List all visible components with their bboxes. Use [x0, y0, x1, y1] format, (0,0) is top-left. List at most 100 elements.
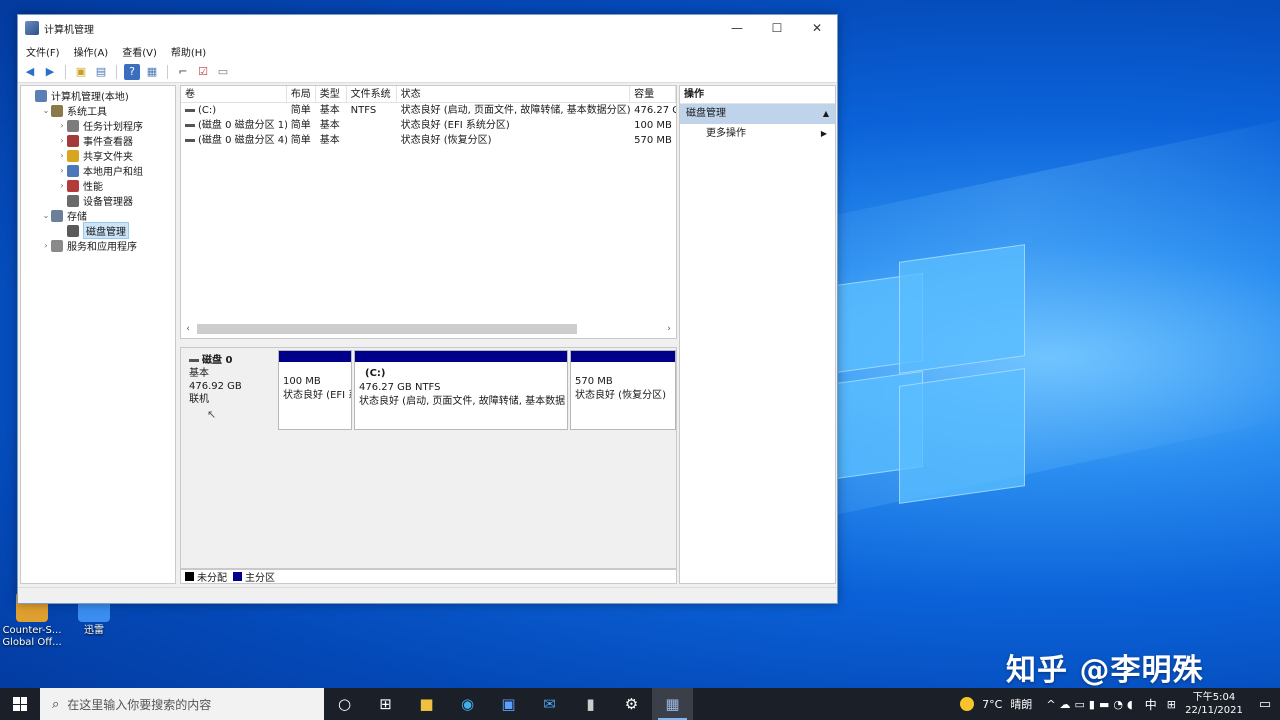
tree-expander-icon[interactable]: ›	[57, 181, 67, 190]
menu-file[interactable]: 文件(F)	[26, 44, 60, 59]
taskbar-edge[interactable]: ◉	[447, 688, 488, 720]
search-icon: ⌕	[52, 696, 60, 712]
show-hide-tree-icon[interactable]: ▤	[93, 64, 109, 80]
taskbar-mail[interactable]: ✉	[529, 688, 570, 720]
tree-expander-icon[interactable]: ›	[57, 151, 67, 160]
tray-icons[interactable]: ^☁▭▮▬◔◖	[1046, 698, 1136, 711]
menu-help[interactable]: 帮助(H)	[171, 44, 206, 59]
more-actions[interactable]: 更多操作 ▶	[680, 124, 835, 144]
tree-expander-icon[interactable]: ⌄	[41, 106, 51, 115]
taskbar-settings[interactable]: ⚙	[611, 688, 652, 720]
mouse-cursor-icon: ↖	[207, 408, 217, 421]
tree-item[interactable]: › 服务和应用程序	[21, 238, 175, 253]
windows-start-icon	[13, 697, 27, 711]
collapse-up-icon[interactable]: ▲	[823, 104, 829, 124]
tree-item[interactable]: 计算机管理(本地)	[21, 88, 175, 103]
tree-node-icon	[67, 164, 79, 177]
volume-filesystem	[347, 118, 397, 133]
maximize-button[interactable]: ☐	[757, 15, 797, 41]
partition-c[interactable]: (C:) 476.27 GB NTFS 状态良好 (启动, 页面文件, 故障转储…	[354, 350, 568, 430]
tree-expander-icon[interactable]: ⌄	[41, 211, 51, 220]
up-folder-icon[interactable]: ▣	[73, 64, 89, 80]
back-arrow-icon[interactable]: ◀	[22, 64, 38, 80]
desktop-icon-label: Counter-S... Global Off...	[2, 625, 62, 648]
tree-item[interactable]: ⌄ 系统工具	[21, 103, 175, 118]
start-button[interactable]	[0, 688, 40, 720]
table-row[interactable]: (C:) 简单 基本 NTFS 状态良好 (启动, 页面文件, 故障转储, 基本…	[181, 103, 676, 118]
scroll-thumb[interactable]	[197, 324, 577, 334]
taskbar-search[interactable]: ⌕ 在这里输入你要搜索的内容	[40, 688, 324, 720]
export-list-icon[interactable]: ▭	[215, 64, 231, 80]
taskbar: ⌕ 在这里输入你要搜索的内容 ○ ⊞ ■ ◉ ▣ ✉ ▮ ⚙ ▦ 7°C 晴朗 …	[0, 688, 1280, 720]
ime-options-icon[interactable]: ⊞	[1167, 698, 1176, 711]
windows-logo-wallpaper	[835, 244, 1030, 504]
column-header-status[interactable]: 状态	[397, 86, 631, 102]
taskbar-recorder[interactable]: ▮	[570, 688, 611, 720]
menu-view[interactable]: 查看(V)	[122, 44, 157, 59]
taskbar-store[interactable]: ▣	[488, 688, 529, 720]
tree-expander-icon[interactable]: ›	[57, 121, 67, 130]
task-view-button[interactable]: ⊞	[365, 688, 406, 720]
tree-item[interactable]: › 性能	[21, 178, 175, 193]
taskbar-file-explorer[interactable]: ■	[406, 688, 447, 720]
actions-section-disk-management[interactable]: 磁盘管理 ▲	[680, 104, 835, 124]
volume-filesystem: NTFS	[350, 105, 377, 116]
notification-icon[interactable]: ▭	[1250, 697, 1280, 712]
tree-item-label: 存储	[67, 212, 87, 223]
close-button[interactable]: ✕	[797, 15, 837, 41]
tree-item[interactable]: ⌄ 存储	[21, 208, 175, 223]
legend-unallocated: 未分配	[197, 573, 227, 584]
partition-recovery[interactable]: 570 MB 状态良好 (恢复分区)	[570, 350, 676, 430]
disk-0-label[interactable]: 磁盘 0 基本 476.92 GB 联机 ↖	[183, 350, 277, 434]
primary-partition-bar	[279, 351, 351, 362]
column-header-volume[interactable]: 卷	[181, 86, 287, 102]
primary-partition-bar	[355, 351, 567, 362]
tree-item[interactable]: 磁盘管理	[21, 222, 175, 239]
volume-name: (C:)	[198, 105, 217, 116]
tree-item[interactable]: › 本地用户和组	[21, 163, 175, 178]
scroll-left-icon[interactable]: ‹	[181, 324, 195, 334]
clock-time: 下午5:04	[1192, 692, 1236, 703]
tree-expander-icon[interactable]: ›	[57, 136, 67, 145]
table-row[interactable]: (磁盘 0 磁盘分区 4) 简单 基本 状态良好 (恢复分区) 570 MB	[181, 133, 676, 148]
column-header-type[interactable]: 类型	[316, 86, 347, 102]
forward-arrow-icon[interactable]: ▶	[42, 64, 58, 80]
tree-item-label: 磁盘管理	[83, 222, 129, 239]
ime-indicator[interactable]: 中	[1145, 696, 1157, 713]
tree-item[interactable]: › 事件查看器	[21, 133, 175, 148]
tree-item-label: 系统工具	[67, 107, 107, 118]
clock[interactable]: 下午5:04 22/11/2021	[1184, 691, 1244, 717]
connect-icon[interactable]: ⌐	[175, 64, 191, 80]
column-header-layout[interactable]: 布局	[287, 86, 316, 102]
tree-expander-icon[interactable]: ›	[41, 241, 51, 250]
unallocated-swatch	[185, 572, 194, 581]
tree-item[interactable]: 设备管理器	[21, 193, 175, 208]
taskbar-computer-management[interactable]: ▦	[652, 688, 693, 720]
checklist-icon[interactable]: ☑	[195, 64, 211, 80]
tree-item[interactable]: › 共享文件夹	[21, 148, 175, 163]
table-row[interactable]: (磁盘 0 磁盘分区 1) 简单 基本 状态良好 (EFI 系统分区) 100 …	[181, 118, 676, 133]
partition-efi[interactable]: 100 MB 状态良好 (EFI 系	[278, 350, 352, 430]
minimize-button[interactable]: —	[717, 15, 757, 41]
volume-capacity: 570 MB	[634, 135, 672, 146]
scroll-right-icon[interactable]: ›	[662, 324, 676, 334]
system-tray: 7°C 晴朗 ^☁▭▮▬◔◖ 中 ⊞ 下午5:04 22/11/2021 ▭	[960, 688, 1280, 720]
edge-icon: ◉	[460, 695, 475, 713]
menu-action[interactable]: 操作(A)	[74, 44, 109, 59]
partition-size: 570 MB	[575, 376, 613, 387]
horizontal-scrollbar[interactable]: ‹ ›	[181, 322, 676, 336]
tree-expander-icon[interactable]: ›	[57, 166, 67, 175]
more-actions-label: 更多操作	[706, 128, 746, 139]
title-bar[interactable]: 计算机管理 — ☐ ✕	[18, 15, 837, 41]
help-icon[interactable]: ?	[124, 63, 140, 80]
tree-item-label: 共享文件夹	[83, 152, 133, 163]
column-header-capacity[interactable]: 容量	[630, 86, 676, 102]
properties-icon[interactable]: ▦	[144, 64, 160, 80]
weather-widget[interactable]: 7°C 晴朗	[960, 696, 1032, 712]
scroll-track[interactable]	[195, 323, 662, 335]
toolbar-separator	[167, 64, 168, 79]
cortana-button[interactable]: ○	[324, 688, 365, 720]
tree-item[interactable]: › 任务计划程序	[21, 118, 175, 133]
column-header-filesystem[interactable]: 文件系统	[347, 86, 397, 102]
console-tree: 计算机管理(本地) ⌄ 系统工具 › 任务计划程序 › 事件查看器 › 共享文件夹 › 本地用户和组…	[20, 85, 176, 584]
